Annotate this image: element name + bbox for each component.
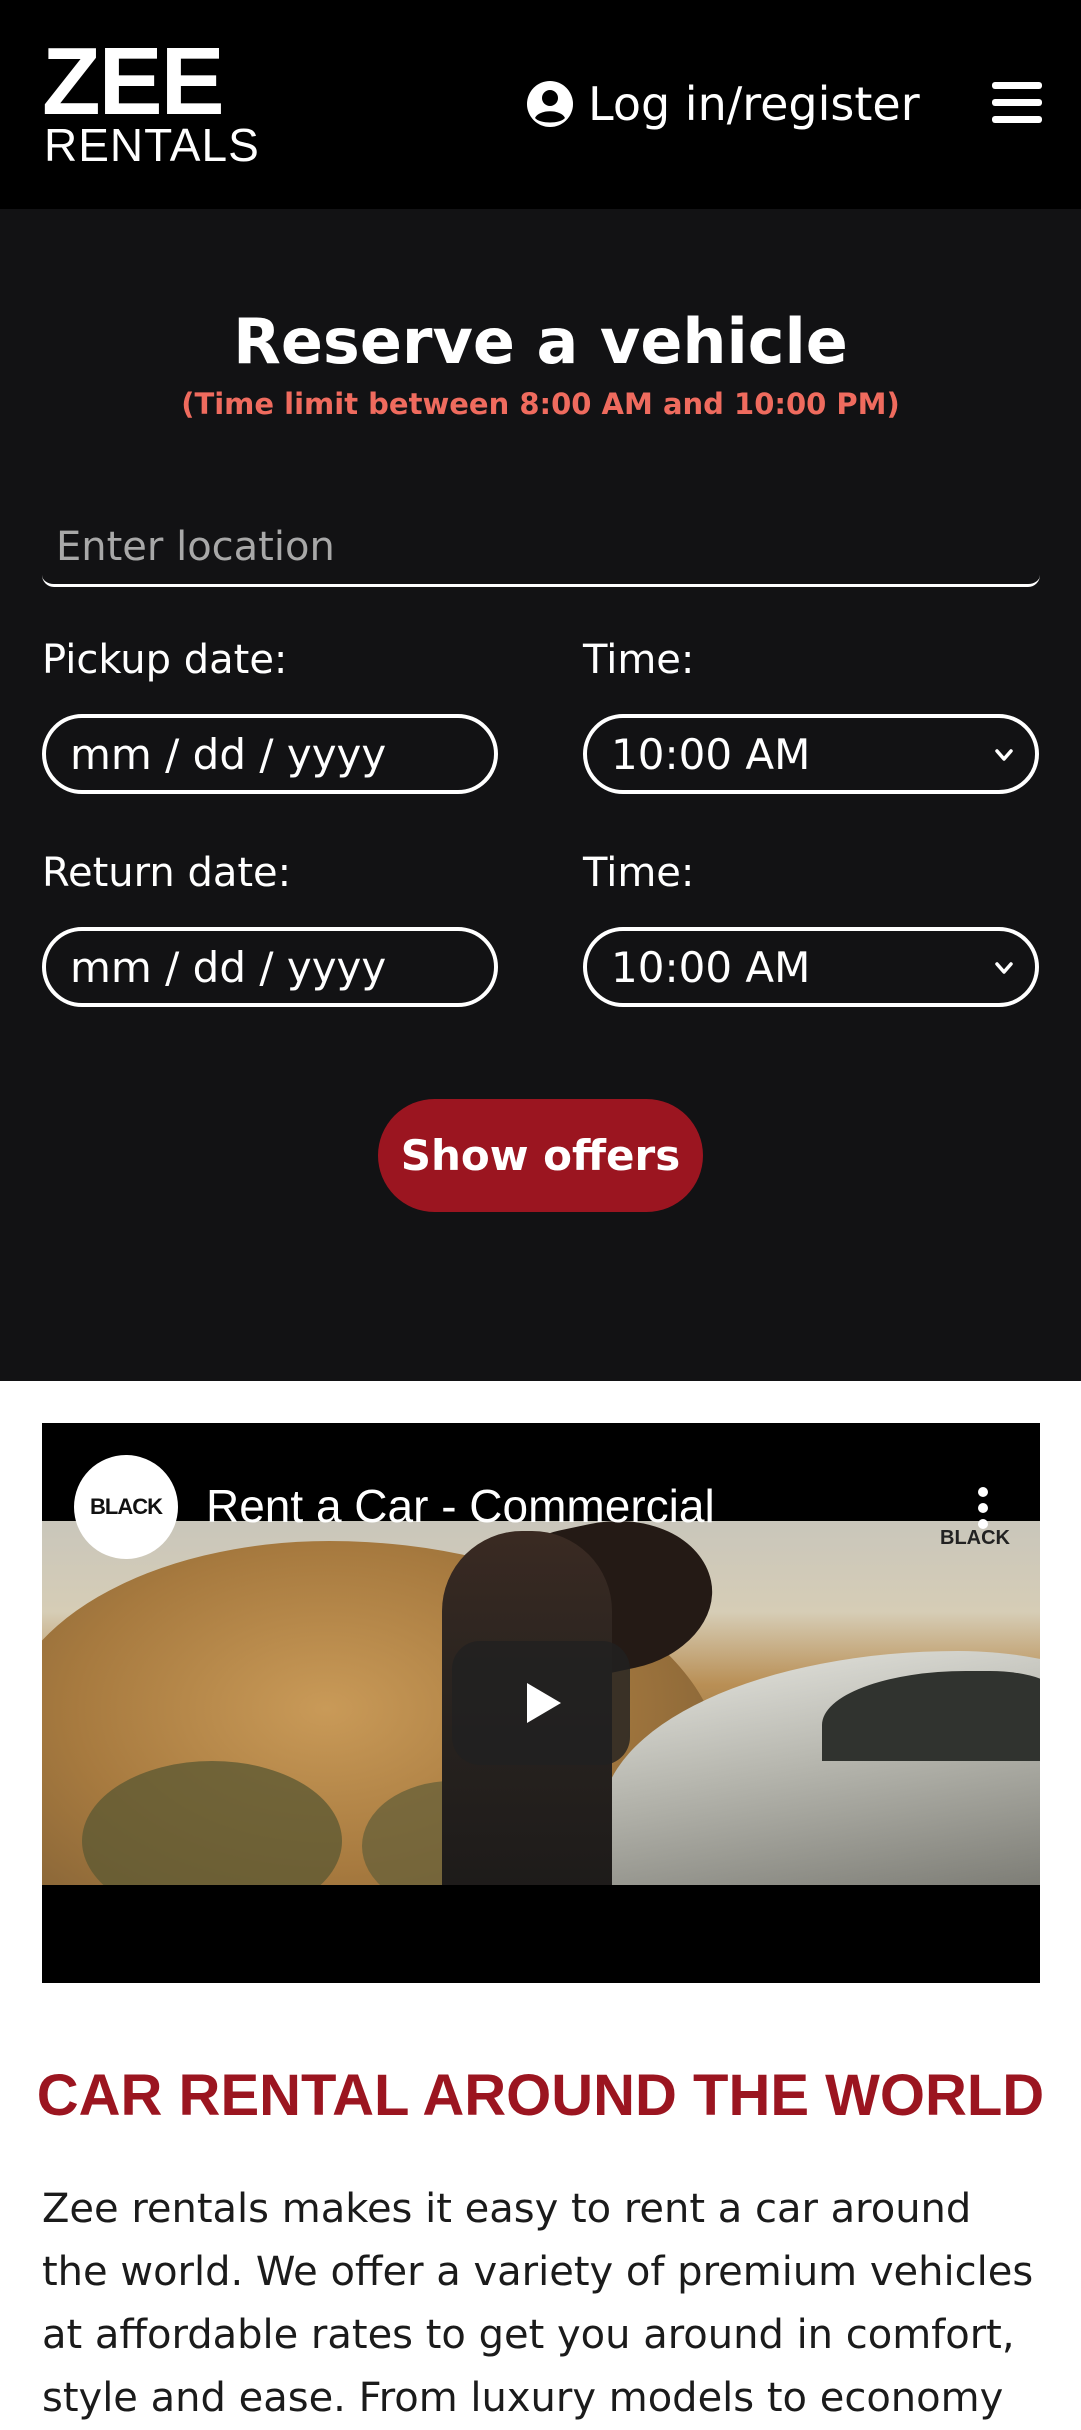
logo-subtitle: RENTALS: [44, 119, 260, 171]
video-watermark: BLACK: [940, 1527, 1010, 1549]
chevron-down-icon: [995, 749, 1013, 761]
video-player[interactable]: BLACK Rent a Car - Commercial BLACK: [42, 1423, 1040, 1983]
section-heading: CAR RENTAL AROUND THE WORLD: [36, 2063, 1045, 2128]
location-placeholder: Enter location: [56, 523, 335, 570]
login-register-link[interactable]: Log in/register: [526, 72, 920, 136]
chevron-down-icon: [995, 962, 1013, 974]
play-icon: [527, 1683, 561, 1723]
pickup-time-value: 10:00 AM: [611, 729, 811, 779]
return-time-label: Time:: [583, 850, 695, 896]
channel-name: BLACK: [90, 1494, 163, 1519]
pickup-time-select[interactable]: 10:00 AM: [583, 714, 1039, 794]
pickup-date-input[interactable]: mm / dd / yyyy: [42, 714, 498, 794]
pickup-date-value: mm / dd / yyyy: [70, 729, 387, 779]
logo-wordmark: ZEE: [42, 28, 225, 135]
return-date-value: mm / dd / yyyy: [70, 942, 387, 992]
return-time-select[interactable]: 10:00 AM: [583, 927, 1039, 1007]
more-options-icon[interactable]: [976, 1487, 990, 1529]
reserve-title: Reserve a vehicle: [233, 305, 848, 378]
video-title[interactable]: Rent a Car - Commercial: [206, 1479, 715, 1533]
zee-rentals-logo[interactable]: ZEE RENTALS: [42, 28, 259, 169]
return-date-label: Return date:: [42, 850, 292, 896]
return-date-input[interactable]: mm / dd / yyyy: [42, 927, 498, 1007]
time-limit-note: (Time limit between 8:00 AM and 10:00 PM…: [181, 387, 900, 421]
hamburger-menu-icon[interactable]: [992, 82, 1042, 126]
section-paragraph: Zee rentals makes it easy to rent a car …: [42, 2186, 1034, 2421]
return-time-value: 10:00 AM: [611, 942, 811, 992]
location-input[interactable]: Enter location: [42, 509, 1040, 587]
site-header: ZEE RENTALS Log in/register: [0, 0, 1081, 209]
show-offers-button[interactable]: Show offers: [378, 1099, 703, 1212]
reservation-panel: Reserve a vehicle (Time limit between 8:…: [0, 209, 1081, 1381]
login-register-label: Log in/register: [588, 77, 920, 131]
pickup-date-label: Pickup date:: [42, 637, 288, 683]
user-circle-icon: [527, 81, 573, 127]
pickup-time-label: Time:: [583, 637, 695, 683]
channel-avatar[interactable]: BLACK: [74, 1455, 178, 1559]
play-button[interactable]: [452, 1641, 630, 1765]
